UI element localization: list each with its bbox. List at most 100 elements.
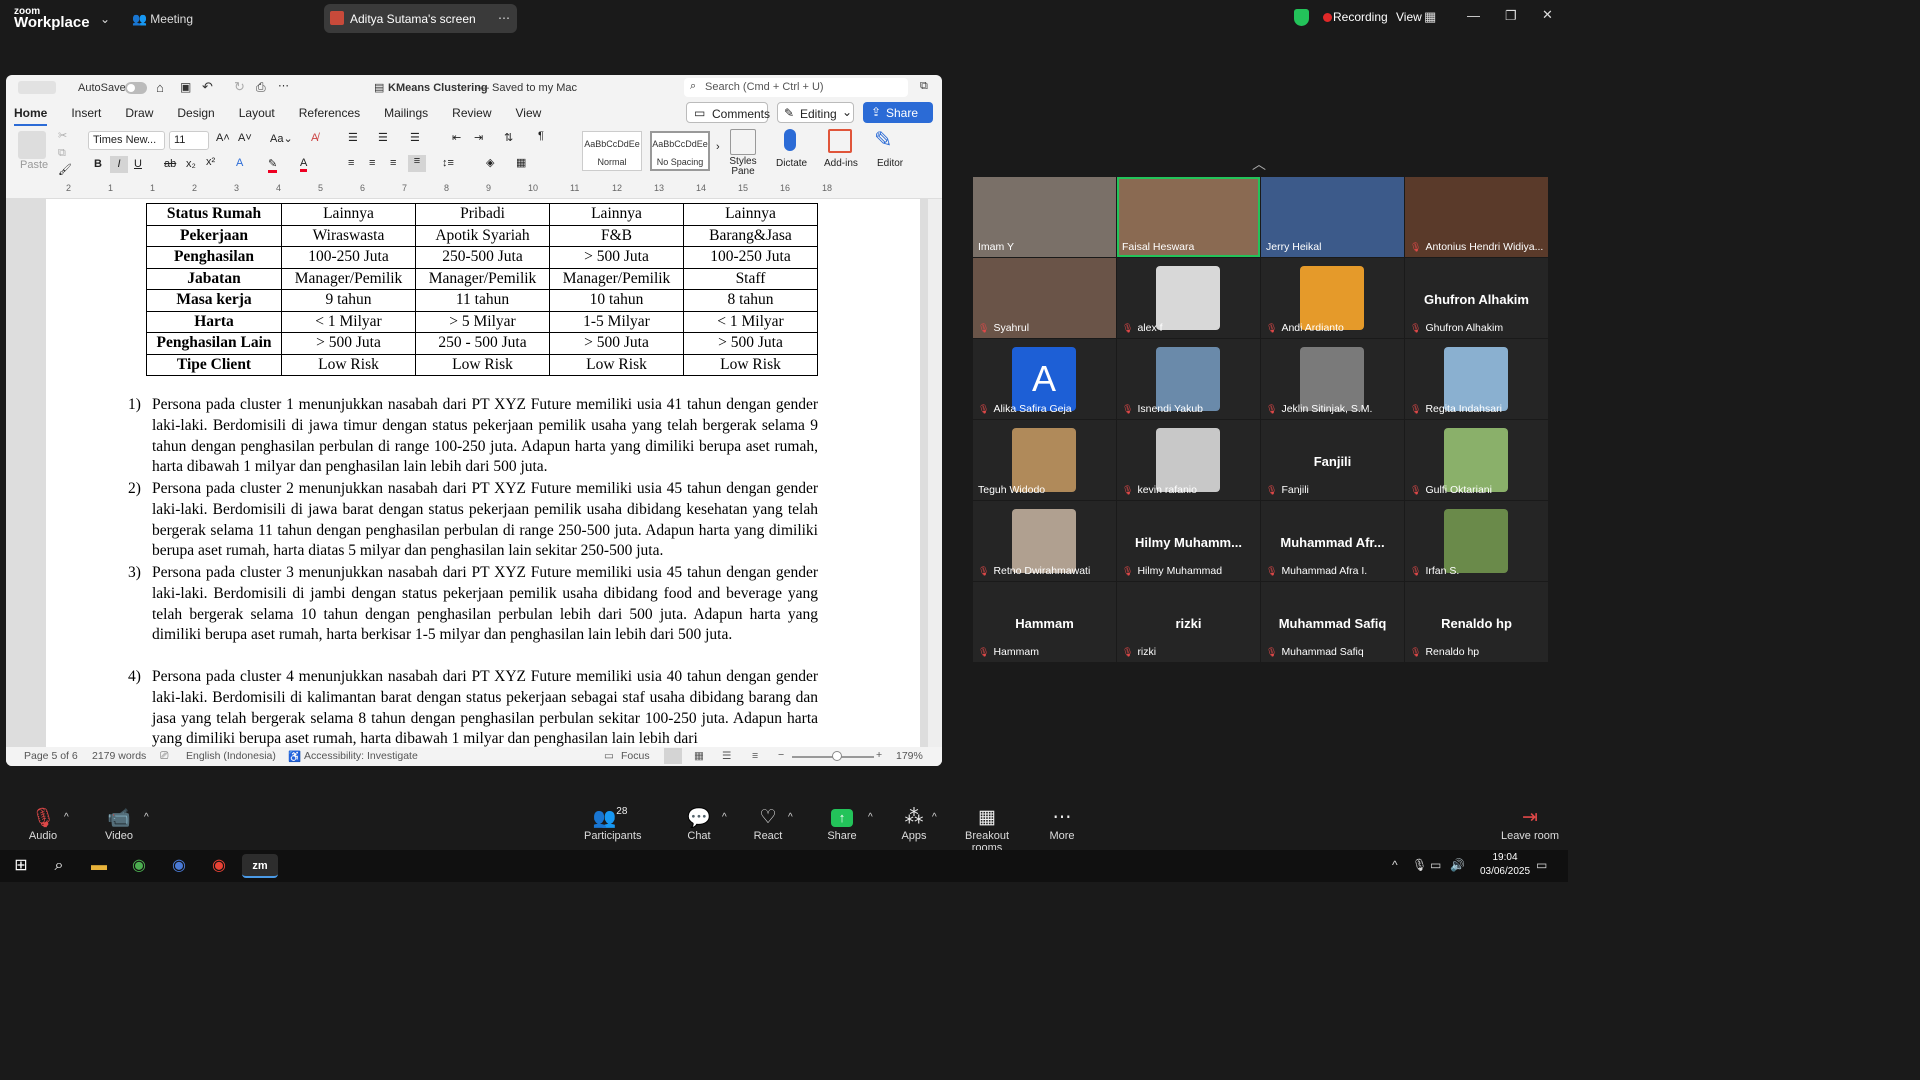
participant-tile[interactable]: Teguh Widodo bbox=[973, 420, 1116, 500]
highlight-icon[interactable]: ✎ bbox=[268, 157, 278, 173]
editing-button[interactable]: ✎ Editing ⌄ bbox=[777, 102, 854, 123]
align-left-icon[interactable]: ≡ bbox=[348, 157, 354, 169]
zoom-level[interactable]: 179% bbox=[896, 750, 923, 762]
copy-icon[interactable]: ⧉ bbox=[58, 147, 66, 160]
home-icon[interactable]: ⌂ bbox=[156, 80, 164, 95]
breakout-rooms-button[interactable]: ▦ Breakout rooms bbox=[950, 806, 1024, 854]
draft-icon[interactable]: ≡ bbox=[752, 750, 758, 762]
file-explorer-icon[interactable]: ▬ bbox=[84, 854, 114, 878]
participant-tile[interactable]: A 🎙 Alika Safira Geja bbox=[973, 339, 1116, 419]
share-link-icon[interactable]: ⧉ bbox=[920, 80, 928, 93]
proofing-icon[interactable]: ⎚ bbox=[160, 750, 168, 763]
clear-format-icon[interactable]: A̸ bbox=[311, 132, 318, 144]
change-case-icon[interactable]: Aa⌄ bbox=[270, 132, 293, 145]
page-count[interactable]: Page 5 of 6 bbox=[24, 750, 78, 762]
search-icon[interactable]: ⌕ bbox=[44, 854, 74, 878]
pilcrow-icon[interactable]: ¶ bbox=[538, 130, 544, 142]
subscript-icon[interactable]: x₂ bbox=[186, 158, 196, 170]
autosave-toggle[interactable] bbox=[125, 82, 147, 94]
chevron-up-icon[interactable]: ︿ bbox=[1252, 154, 1266, 174]
print-layout-icon[interactable] bbox=[664, 748, 682, 764]
chat-options-icon[interactable]: ^ bbox=[722, 812, 727, 823]
redo-icon[interactable]: ↻ bbox=[234, 79, 245, 95]
react-button[interactable]: ♡ React bbox=[750, 806, 786, 842]
font-name-select[interactable]: Times New... bbox=[88, 131, 165, 150]
font-size-select[interactable]: 11 bbox=[169, 131, 209, 150]
participant-tile[interactable]: Renaldo hp 🎙 Renaldo hp bbox=[1405, 582, 1548, 662]
clock-time[interactable]: 19:04 bbox=[1484, 852, 1526, 863]
meeting-menu[interactable]: 👥 Meeting bbox=[132, 12, 193, 26]
minimize-icon[interactable]: — bbox=[1467, 8, 1480, 23]
comments-button[interactable]: ▭ Comments bbox=[686, 102, 770, 123]
share-screen-button[interactable]: ↑ Share bbox=[824, 806, 860, 842]
focus-button[interactable]: Focus bbox=[621, 750, 650, 762]
document-page[interactable]: Status Rumah Lainnya Pribadi Lainnya Lainnya… bbox=[46, 199, 920, 747]
participant-tile[interactable]: 🎙 Isnendi Yakub bbox=[1117, 339, 1260, 419]
align-right-icon[interactable]: ≡ bbox=[390, 157, 396, 169]
tab-review[interactable]: Review bbox=[452, 106, 491, 120]
maximize-icon[interactable]: ❐ bbox=[1505, 8, 1517, 24]
tab-design[interactable]: Design bbox=[177, 106, 214, 120]
volume-icon[interactable]: 🔊 bbox=[1450, 858, 1465, 872]
grow-font-icon[interactable]: A˄ bbox=[216, 132, 230, 144]
justify-icon[interactable]: ≡ bbox=[408, 155, 426, 172]
participant-tile[interactable]: Hilmy Muhamm... 🎙 Hilmy Muhammad bbox=[1117, 501, 1260, 581]
audio-button[interactable]: 🎙 Audio bbox=[22, 806, 64, 842]
chat-button[interactable]: 💬 Chat bbox=[682, 806, 716, 842]
participant-tile[interactable]: Muhammad Safiq 🎙 Muhammad Safiq bbox=[1261, 582, 1404, 662]
cut-icon[interactable]: ✂ bbox=[58, 129, 67, 142]
participant-tile[interactable]: 🎙 Andi Ardianto bbox=[1261, 258, 1404, 338]
horizontal-ruler[interactable]: 2 1 1 2 3 4 5 6 7 8 9 10 11 12 13 14 15 16 18 bbox=[6, 182, 942, 199]
vertical-scrollbar[interactable] bbox=[928, 199, 942, 747]
tab-references[interactable]: References bbox=[299, 106, 360, 120]
sort-icon[interactable]: ⇅ bbox=[504, 131, 513, 144]
participant-tile[interactable]: rizki 🎙 rizki bbox=[1117, 582, 1260, 662]
style-no-spacing[interactable]: AaBbCcDdEe No Spacing bbox=[650, 131, 710, 171]
share-options-icon[interactable]: ^ bbox=[868, 812, 873, 823]
participant-tile[interactable]: Faisal Heswara bbox=[1117, 177, 1260, 257]
print-icon[interactable]: ⎙ bbox=[256, 80, 266, 95]
chrome-profile-icon[interactable]: ◉ bbox=[204, 854, 234, 878]
microphone-icon[interactable] bbox=[784, 129, 796, 151]
bullets-icon[interactable]: ☰ bbox=[348, 131, 358, 144]
bold-icon[interactable]: B bbox=[94, 158, 102, 170]
tab-view[interactable]: View bbox=[516, 106, 542, 120]
styles-pane-icon[interactable] bbox=[730, 129, 756, 155]
tab-home[interactable]: Home bbox=[14, 106, 48, 126]
format-painter-icon[interactable]: 🖌 bbox=[58, 163, 72, 176]
style-normal[interactable]: AaBbCcDdEe Normal bbox=[582, 131, 642, 171]
participant-tile[interactable]: 🎙 Irfan S. bbox=[1405, 501, 1548, 581]
strikethrough-icon[interactable]: ab bbox=[164, 158, 176, 170]
numbering-icon[interactable]: ☰ bbox=[378, 131, 388, 144]
editor-icon[interactable]: ✎ bbox=[874, 127, 892, 153]
outline-icon[interactable]: ☰ bbox=[722, 750, 731, 762]
screen-share-pill[interactable]: Aditya Sutama's screen ⋯ bbox=[324, 4, 517, 33]
participant-tile[interactable]: Jerry Heikal bbox=[1261, 177, 1404, 257]
participant-tile[interactable]: 🎙 Regita Indahsari bbox=[1405, 339, 1548, 419]
line-spacing-icon[interactable]: ↕≡ bbox=[442, 157, 454, 169]
participant-tile[interactable]: 🎙 Syahrul bbox=[973, 258, 1116, 338]
undo-icon[interactable]: ↶ bbox=[202, 79, 213, 95]
accessibility-status[interactable]: Accessibility: Investigate bbox=[304, 750, 418, 762]
tab-mailings[interactable]: Mailings bbox=[384, 106, 428, 120]
participants-button[interactable]: 👥28 Participants bbox=[584, 806, 641, 842]
underline-icon[interactable]: U bbox=[134, 158, 142, 170]
more-button[interactable]: ⋯ More bbox=[1046, 806, 1078, 842]
zoom-taskbar-icon[interactable]: zm bbox=[242, 854, 278, 878]
network-icon[interactable]: ▭ bbox=[1430, 858, 1441, 872]
participant-tile[interactable]: 🎙 Jeklin Sitinjak, S.M. bbox=[1261, 339, 1404, 419]
chrome-icon[interactable]: ◉ bbox=[124, 854, 154, 878]
participant-tile[interactable]: Fanjili 🎙 Fanjili bbox=[1261, 420, 1404, 500]
search-box[interactable]: ⌕ Search (Cmd + Ctrl + U) bbox=[684, 78, 908, 97]
chevron-down-icon[interactable]: ⌄ bbox=[100, 12, 110, 26]
italic-icon[interactable]: I bbox=[110, 156, 128, 173]
align-center-icon[interactable]: ≡ bbox=[369, 157, 375, 169]
sidebar-toggle-icon[interactable] bbox=[18, 81, 56, 94]
video-button[interactable]: 📹 Video bbox=[100, 806, 138, 842]
tab-layout[interactable]: Layout bbox=[239, 106, 275, 120]
react-options-icon[interactable]: ^ bbox=[788, 812, 793, 823]
shield-icon[interactable] bbox=[1294, 9, 1309, 26]
participant-tile[interactable]: Muhammad Afr... 🎙 Muhammad Afra I. bbox=[1261, 501, 1404, 581]
clock-date[interactable]: 03/06/2025 bbox=[1476, 866, 1534, 877]
save-icon[interactable]: ▣ bbox=[180, 80, 191, 94]
